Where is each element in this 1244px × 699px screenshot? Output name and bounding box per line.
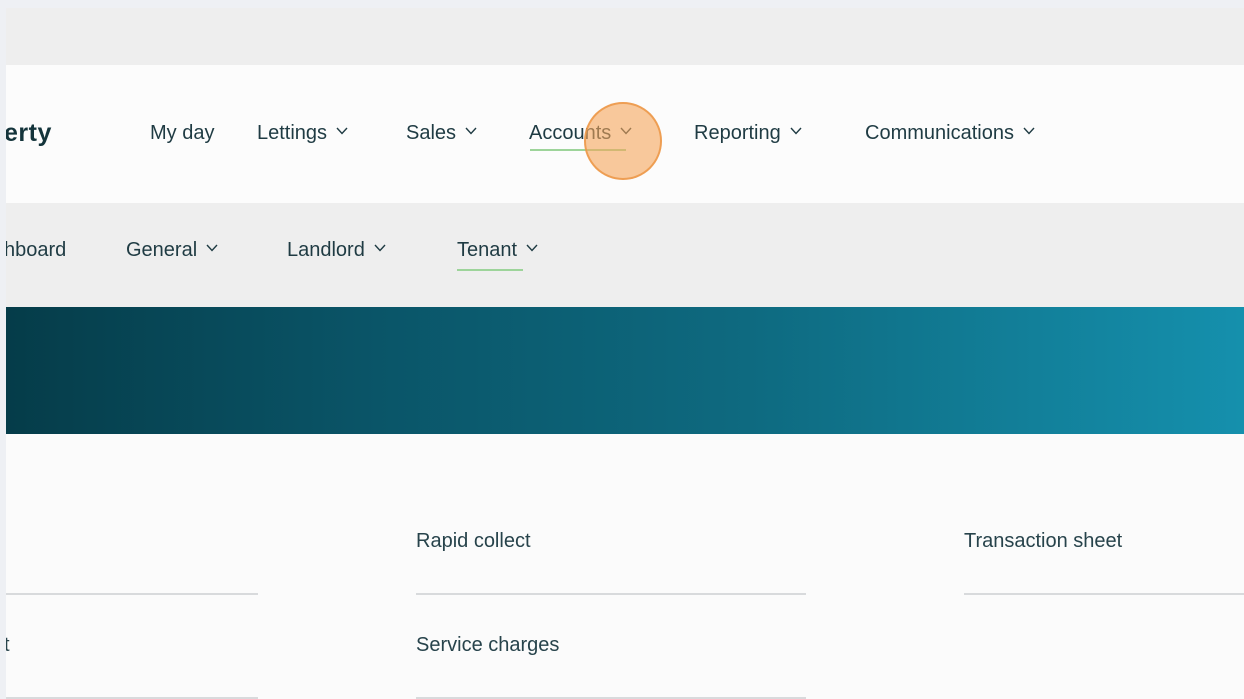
- chevron-down-icon: [465, 127, 477, 137]
- nav-item-label: Lettings: [257, 122, 328, 144]
- nav-item-label: My day: [150, 122, 215, 144]
- chevron-down-icon: [336, 127, 348, 137]
- nav-item-label: Accounts: [529, 122, 612, 144]
- browser-top-strip: [6, 8, 1244, 65]
- chevron-down-icon: [526, 244, 538, 254]
- sub-nav-item-tenant[interactable]: Tenant: [457, 239, 538, 262]
- page-header-banner: [6, 307, 1244, 434]
- brand-logo[interactable]: erty: [6, 119, 52, 148]
- sub-nav-item-label: General: [126, 239, 198, 261]
- menu-link-transaction-sheet[interactable]: Transaction sheet: [964, 530, 1122, 553]
- chevron-down-icon: [1023, 127, 1035, 137]
- sub-nav-item-label: Tenant: [457, 239, 518, 261]
- chevron-down-icon: [374, 244, 386, 254]
- nav-item-label: Communications: [865, 122, 1014, 144]
- menu-link-service-charges[interactable]: Service charges: [416, 634, 559, 657]
- main-navigation: erty My day Lettings Sales Accounts Repo…: [6, 65, 1244, 203]
- nav-item-my-day[interactable]: My day: [150, 122, 214, 145]
- nav-item-accounts[interactable]: Accounts: [529, 122, 632, 145]
- chevron-down-icon: [620, 127, 632, 137]
- sub-navigation: hboard General Landlord Tenant: [6, 203, 1244, 307]
- link-divider: [416, 593, 806, 595]
- menu-link-partial[interactable]: t: [6, 634, 10, 657]
- app-frame: erty My day Lettings Sales Accounts Repo…: [6, 8, 1244, 699]
- chevron-down-icon: [790, 127, 802, 137]
- sub-nav-item-label: hboard: [6, 239, 67, 261]
- link-divider: [964, 593, 1244, 595]
- nav-item-communications[interactable]: Communications: [865, 122, 1035, 145]
- tenant-menu-content: Rapid collect Transaction sheet t Servic…: [6, 434, 1244, 699]
- nav-item-lettings[interactable]: Lettings: [257, 122, 348, 145]
- active-sub-nav-underline: [457, 269, 523, 271]
- nav-item-reporting[interactable]: Reporting: [694, 122, 802, 145]
- sub-nav-item-dashboard[interactable]: hboard: [6, 239, 66, 262]
- nav-item-label: Reporting: [694, 122, 781, 144]
- sub-nav-item-general[interactable]: General: [126, 239, 218, 262]
- chevron-down-icon: [206, 244, 218, 254]
- link-divider: [6, 593, 258, 595]
- sub-nav-item-landlord[interactable]: Landlord: [287, 239, 386, 262]
- active-nav-underline: [530, 149, 626, 151]
- nav-item-label: Sales: [406, 122, 457, 144]
- nav-item-sales[interactable]: Sales: [406, 122, 477, 145]
- menu-link-rapid-collect[interactable]: Rapid collect: [416, 530, 531, 553]
- sub-nav-item-label: Landlord: [287, 239, 365, 261]
